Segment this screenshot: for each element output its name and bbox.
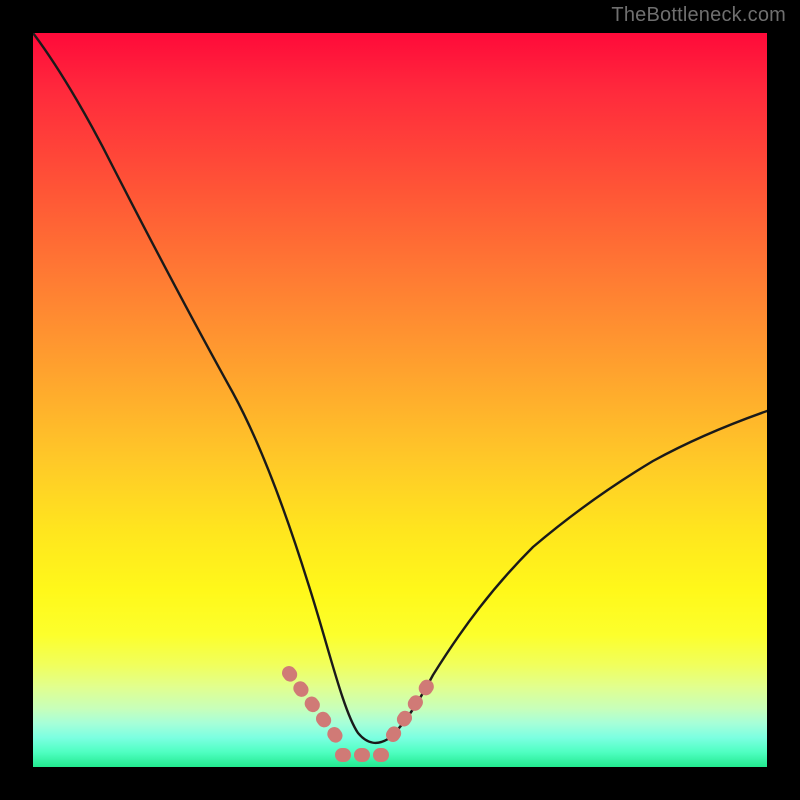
- watermark-text: TheBottleneck.com: [611, 4, 786, 27]
- curve-layer: [33, 33, 767, 767]
- chart-canvas: TheBottleneck.com: [0, 0, 800, 800]
- plot-area: [33, 33, 767, 767]
- bottleneck-curve: [33, 33, 767, 743]
- highlight-left-icon: [289, 673, 341, 743]
